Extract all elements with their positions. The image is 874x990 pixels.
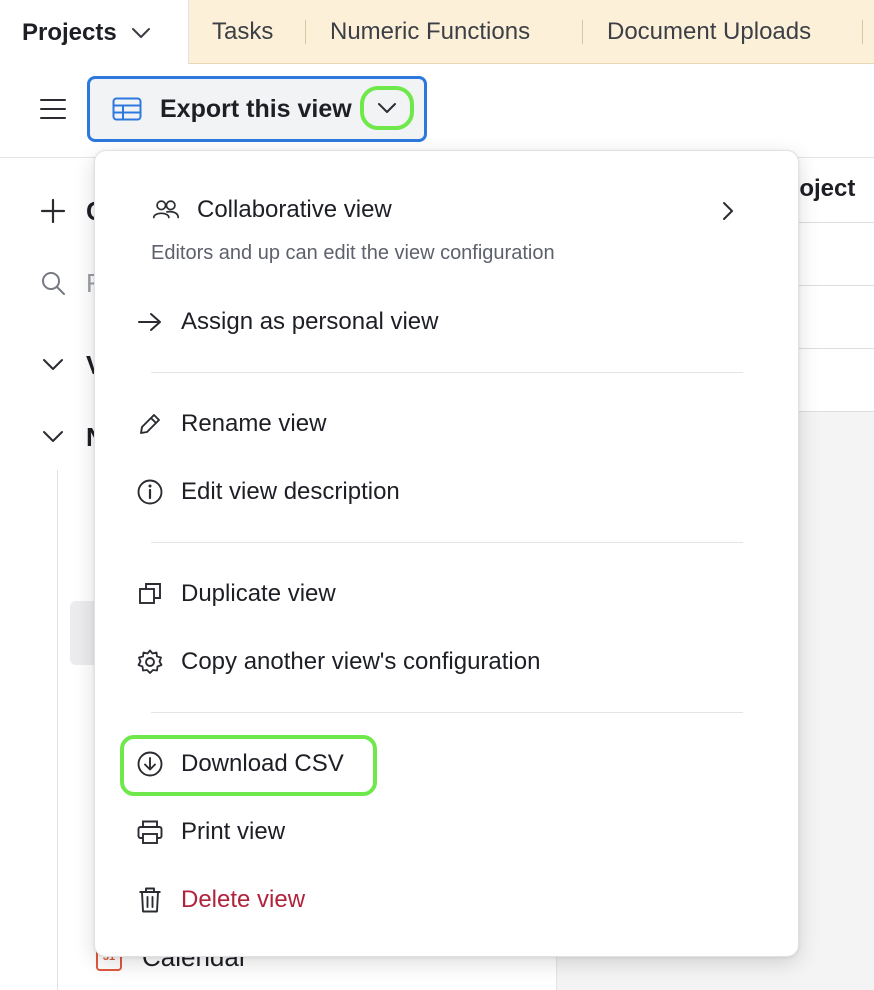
view-options-menu: Collaborative view Editors and up can ed… [94, 150, 799, 957]
tab-tasks[interactable]: Tasks [212, 0, 273, 64]
menu-item-rename[interactable]: Rename view [135, 409, 326, 439]
tab-document-uploads[interactable]: Document Uploads [607, 0, 811, 64]
chevron-down-icon [378, 103, 396, 113]
menu-divider [151, 372, 743, 373]
menu-item-label: Download CSV [181, 750, 344, 777]
menu-item-duplicate[interactable]: Duplicate view [135, 579, 336, 609]
menu-item-collaborative-view[interactable]: Collaborative view [151, 195, 743, 225]
users-icon [151, 195, 181, 225]
tab-divider [862, 20, 863, 44]
column-header[interactable]: roject [790, 175, 855, 203]
view-name-label: Export this view [160, 94, 352, 123]
menu-divider [151, 542, 743, 543]
tab-projects[interactable]: Projects [0, 0, 189, 65]
tree-guide-line [57, 470, 58, 990]
menu-item-label: Collaborative view [197, 196, 392, 223]
menu-item-download-csv[interactable]: Download CSV [135, 749, 344, 779]
menu-item-label: Edit view description [181, 478, 400, 505]
toolbar: Export this view [0, 64, 874, 158]
duplicate-icon [135, 579, 165, 609]
grid-view-icon [112, 97, 142, 121]
tab-projects-label: Projects [22, 18, 117, 46]
gear-icon [135, 647, 165, 677]
menu-divider [151, 712, 743, 713]
download-icon [135, 749, 165, 779]
menu-item-label: Copy another view's configuration [181, 648, 541, 675]
chevron-down-icon[interactable] [42, 358, 64, 372]
menu-item-label: Rename view [181, 410, 327, 437]
menu-item-label: Delete view [181, 886, 306, 913]
tab-divider [582, 20, 583, 44]
tab-bar: Projects Tasks Numeric Functions Documen… [0, 0, 874, 65]
chevron-down-icon[interactable] [42, 430, 64, 444]
hamburger-menu-icon[interactable] [40, 99, 66, 119]
trash-icon [135, 885, 165, 915]
menu-item-copy-config[interactable]: Copy another view's configuration [135, 647, 540, 677]
search-icon [42, 272, 65, 295]
view-switcher-button[interactable]: Export this view [87, 76, 427, 142]
plus-icon[interactable] [40, 198, 66, 224]
arrow-right-icon [135, 307, 165, 337]
menu-item-delete[interactable]: Delete view [135, 885, 305, 915]
chevron-down-icon[interactable] [131, 27, 151, 39]
menu-item-label: Duplicate view [181, 580, 336, 607]
menu-item-label: Assign as personal view [181, 308, 439, 335]
menu-item-label: Print view [181, 818, 286, 845]
tab-divider [305, 20, 306, 44]
info-icon [135, 477, 165, 507]
printer-icon [135, 817, 165, 847]
menu-item-description: Editors and up can edit the view configu… [151, 242, 555, 264]
chevron-right-icon [723, 202, 733, 220]
menu-item-assign-personal[interactable]: Assign as personal view [135, 307, 438, 337]
tab-numeric-functions[interactable]: Numeric Functions [330, 0, 530, 64]
view-menu-toggle[interactable] [360, 86, 414, 130]
menu-item-print[interactable]: Print view [135, 817, 285, 847]
menu-item-edit-description[interactable]: Edit view description [135, 477, 400, 507]
pencil-icon [135, 409, 165, 439]
